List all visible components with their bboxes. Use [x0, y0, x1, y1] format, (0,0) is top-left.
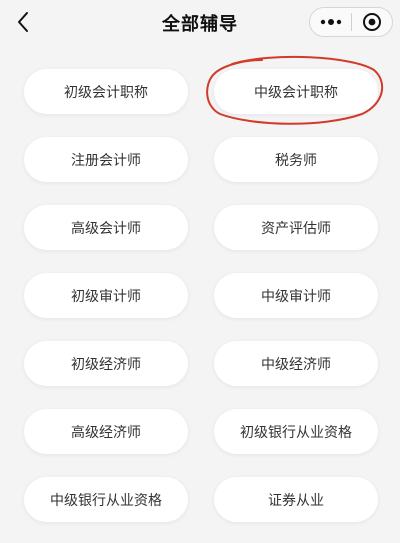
course-chip[interactable]: 证券从业 — [214, 477, 378, 522]
course-chip[interactable]: 中级审计师 — [214, 273, 378, 318]
course-chip[interactable]: 初级审计师 — [24, 273, 188, 318]
course-chip[interactable]: 高级经济师 — [24, 409, 188, 454]
course-grid: 初级会计职称 中级会计职称 注册会计师 税务师 高级会计师 资产评估师 初级审计… — [24, 69, 378, 522]
more-dots-icon[interactable] — [310, 8, 351, 36]
course-chip[interactable]: 税务师 — [214, 137, 378, 182]
course-chip[interactable]: 中级银行从业资格 — [24, 477, 188, 522]
course-chip[interactable]: 初级会计职称 — [24, 69, 188, 114]
course-chip[interactable]: 初级经济师 — [24, 341, 188, 386]
mini-program-capsule — [309, 7, 393, 37]
course-chip[interactable]: 资产评估师 — [214, 205, 378, 250]
target-close-icon[interactable] — [352, 8, 392, 36]
course-chip[interactable]: 高级会计师 — [24, 205, 188, 250]
navigation-bar: 全部辅导 — [0, 0, 400, 46]
course-chip[interactable]: 注册会计师 — [24, 137, 188, 182]
course-chip[interactable]: 初级银行从业资格 — [214, 409, 378, 454]
course-chip[interactable]: 中级经济师 — [214, 341, 378, 386]
course-chip[interactable]: 中级会计职称 — [214, 69, 378, 114]
